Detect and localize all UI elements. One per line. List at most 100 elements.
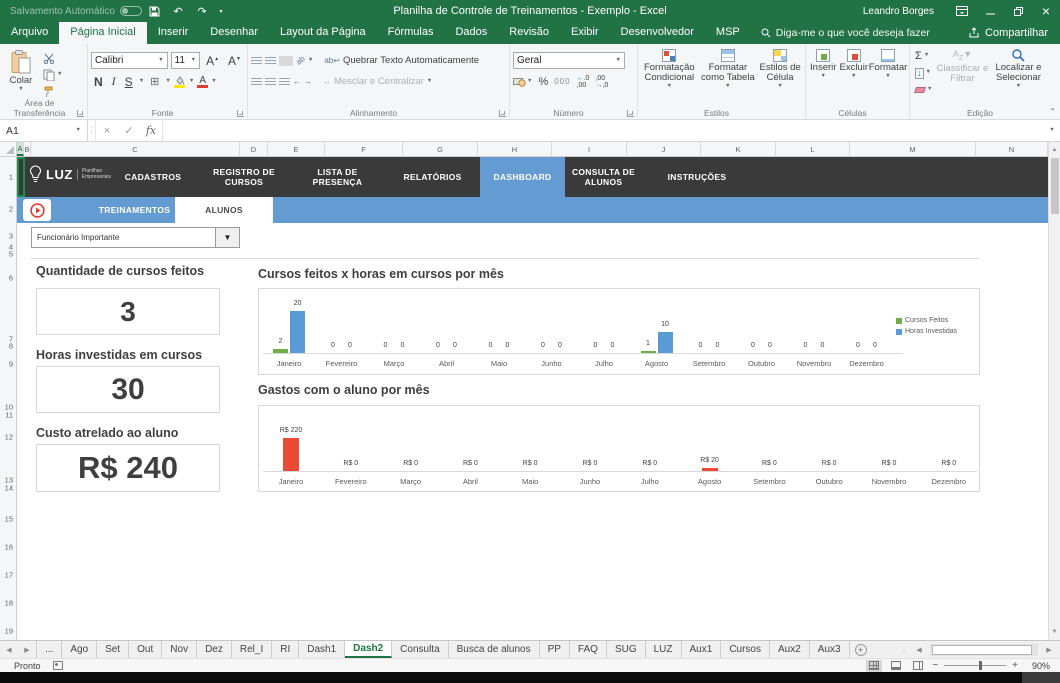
horizontal-scrollbar[interactable] (930, 644, 1038, 656)
align-top-button[interactable] (251, 57, 262, 65)
align-bottom-button[interactable] (279, 56, 293, 66)
ribbon-tab-msp[interactable]: MSP (705, 22, 751, 44)
column-header-e[interactable]: E (268, 142, 325, 156)
tab-split-handle[interactable]: ⋮ (900, 645, 908, 654)
font-size-combobox[interactable]: 11 ▼ (171, 52, 201, 69)
insert-function-button[interactable]: fx (140, 120, 162, 141)
new-sheet-button[interactable]: + (850, 641, 872, 658)
nav-item-consulta-de-alunos[interactable]: CONSULTA DE ALUNOS (565, 157, 642, 197)
column-header-l[interactable]: L (776, 142, 850, 156)
fill-color-button[interactable] (174, 76, 186, 88)
row-header-9[interactable]: 9 (9, 360, 13, 369)
formula-input[interactable] (162, 120, 1044, 141)
sheet-tab-aux1[interactable]: Aux1 (682, 641, 722, 658)
orientation-button[interactable]: ab (294, 54, 307, 67)
sheet-tab-dash1[interactable]: Dash1 (299, 641, 345, 658)
sheet-tab-cursos[interactable]: Cursos (721, 641, 770, 658)
row-header-16[interactable]: 16 (5, 543, 13, 552)
row-header-11[interactable]: 11 (5, 411, 13, 420)
share-button[interactable]: Compartilhar (956, 22, 1060, 44)
page-break-view-button[interactable] (910, 660, 926, 672)
column-header-c[interactable]: C (31, 142, 240, 156)
column-header-m[interactable]: M (850, 142, 976, 156)
sheet-canvas[interactable]: LUZ Planilhas Empresariais CADASTROSREGI… (17, 157, 1048, 640)
quick-access-menu-button[interactable]: ▾ (214, 0, 228, 22)
column-header-a[interactable]: A (17, 142, 24, 156)
column-header-j[interactable]: J (627, 142, 701, 156)
autosave-toggle[interactable] (120, 6, 142, 16)
ribbon-tab-desenvolvedor[interactable]: Desenvolvedor (610, 22, 705, 44)
ribbon-tab-formulas[interactable]: Fórmulas (377, 22, 445, 44)
select-all-button[interactable] (0, 142, 17, 157)
font-name-combobox[interactable]: Calibri ▼ (91, 52, 168, 69)
horizontal-scroll-thumb[interactable] (932, 645, 1032, 655)
underline-button[interactable]: S (122, 75, 136, 89)
sheet-tab-aux3[interactable]: Aux3 (810, 641, 850, 658)
decrease-font-button[interactable]: A▼ (225, 54, 244, 68)
cell-styles-button[interactable]: Estilos de Célula ▼ (758, 47, 802, 106)
column-header-k[interactable]: K (701, 142, 776, 156)
accounting-format-button[interactable]: ▼ (513, 77, 532, 87)
row-header-2[interactable]: 2 (9, 205, 13, 214)
row-header-15[interactable]: 15 (5, 515, 13, 524)
sheet-tab-aux2[interactable]: Aux2 (770, 641, 810, 658)
ribbon-tab-inserir[interactable]: Inserir (147, 22, 200, 44)
font-dialog-launcher[interactable] (237, 110, 244, 117)
merge-center-button[interactable]: ↔ Mesclar e Centralizar ▼ (323, 76, 432, 87)
play-button[interactable] (23, 199, 51, 221)
column-header-d[interactable]: D (240, 142, 268, 156)
normal-view-button[interactable] (866, 660, 882, 672)
sheet-tab-rel-i[interactable]: Rel_I (232, 641, 272, 658)
row-header-17[interactable]: 17 (5, 571, 13, 580)
nav-item-lista-de-presenca[interactable]: LISTA DE PRESENÇA (290, 157, 385, 197)
page-layout-view-button[interactable] (888, 660, 904, 672)
row-header-19[interactable]: 19 (5, 627, 13, 636)
nav-item-registro-de-cursos[interactable]: REGISTRO DE CURSOS (198, 157, 290, 197)
row-header-5[interactable]: 5 (9, 250, 13, 259)
column-header-b[interactable]: B (24, 142, 31, 156)
sheet-tab-sug[interactable]: SUG (607, 641, 646, 658)
autosum-button[interactable]: Σ ▼ (913, 49, 934, 63)
restore-button[interactable] (1004, 0, 1032, 22)
column-header-f[interactable]: F (325, 142, 403, 156)
nav-item-instrucoes[interactable]: INSTRUÇÕES (642, 157, 752, 197)
align-left-button[interactable] (251, 78, 262, 86)
row-header-14[interactable]: 14 (5, 484, 13, 493)
format-as-table-button[interactable]: Formatar como Tabela ▼ (700, 47, 757, 106)
row-header-3[interactable]: 3 (9, 232, 13, 241)
conditional-formatting-button[interactable]: Formatação Condicional ▼ (641, 47, 698, 106)
sheet-nav-right-button[interactable]: ▶ (18, 641, 36, 658)
ribbon-tab-exibir[interactable]: Exibir (560, 22, 610, 44)
hscroll-right-icon[interactable]: ▶ (1040, 646, 1058, 654)
zoom-in-button[interactable]: + (1012, 660, 1018, 671)
increase-decimal-button[interactable]: ←.0,00 (577, 75, 590, 89)
scroll-up-icon[interactable]: ▲ (1049, 144, 1060, 156)
sheet-nav-left-button[interactable]: ◀ (0, 641, 18, 658)
clear-button[interactable]: ▼ (913, 83, 934, 97)
minimize-button[interactable] (976, 0, 1004, 22)
row-header-18[interactable]: 18 (5, 599, 13, 608)
fill-button[interactable]: ↓ ▼ (913, 66, 934, 80)
sheet-tab-ri[interactable]: RI (272, 641, 299, 658)
sheet-tab-faq[interactable]: FAQ (570, 641, 607, 658)
ribbon-display-options-button[interactable] (948, 0, 976, 22)
column-header-h[interactable]: H (478, 142, 552, 156)
sheet-tab-dez[interactable]: Dez (197, 641, 232, 658)
sheet-tab-busca-de-alunos[interactable]: Busca de alunos (449, 641, 540, 658)
row-header-6[interactable]: 6 (9, 274, 13, 283)
row-header-12[interactable]: 12 (5, 433, 13, 442)
sheet-tab-dash2[interactable]: Dash2 (345, 641, 392, 658)
cancel-entry-button[interactable]: × (96, 120, 118, 141)
column-header-i[interactable]: I (552, 142, 627, 156)
italic-button[interactable]: I (109, 74, 119, 89)
sheet-tab-out[interactable]: Out (129, 641, 162, 658)
undo-button[interactable]: ↶ (166, 0, 190, 22)
font-color-button[interactable]: A (197, 76, 208, 88)
format-painter-button[interactable] (41, 85, 64, 99)
row-header-1[interactable]: 1 (9, 173, 13, 182)
sheet-tab-nov[interactable]: Nov (162, 641, 197, 658)
sheet-tab-set[interactable]: Set (97, 641, 129, 658)
zoom-out-button[interactable]: − (932, 660, 938, 671)
sort-filter-button[interactable]: AZ▼ Classificar e Filtrar (936, 47, 988, 106)
autosave-control[interactable]: Salvamento Automático (10, 6, 142, 17)
